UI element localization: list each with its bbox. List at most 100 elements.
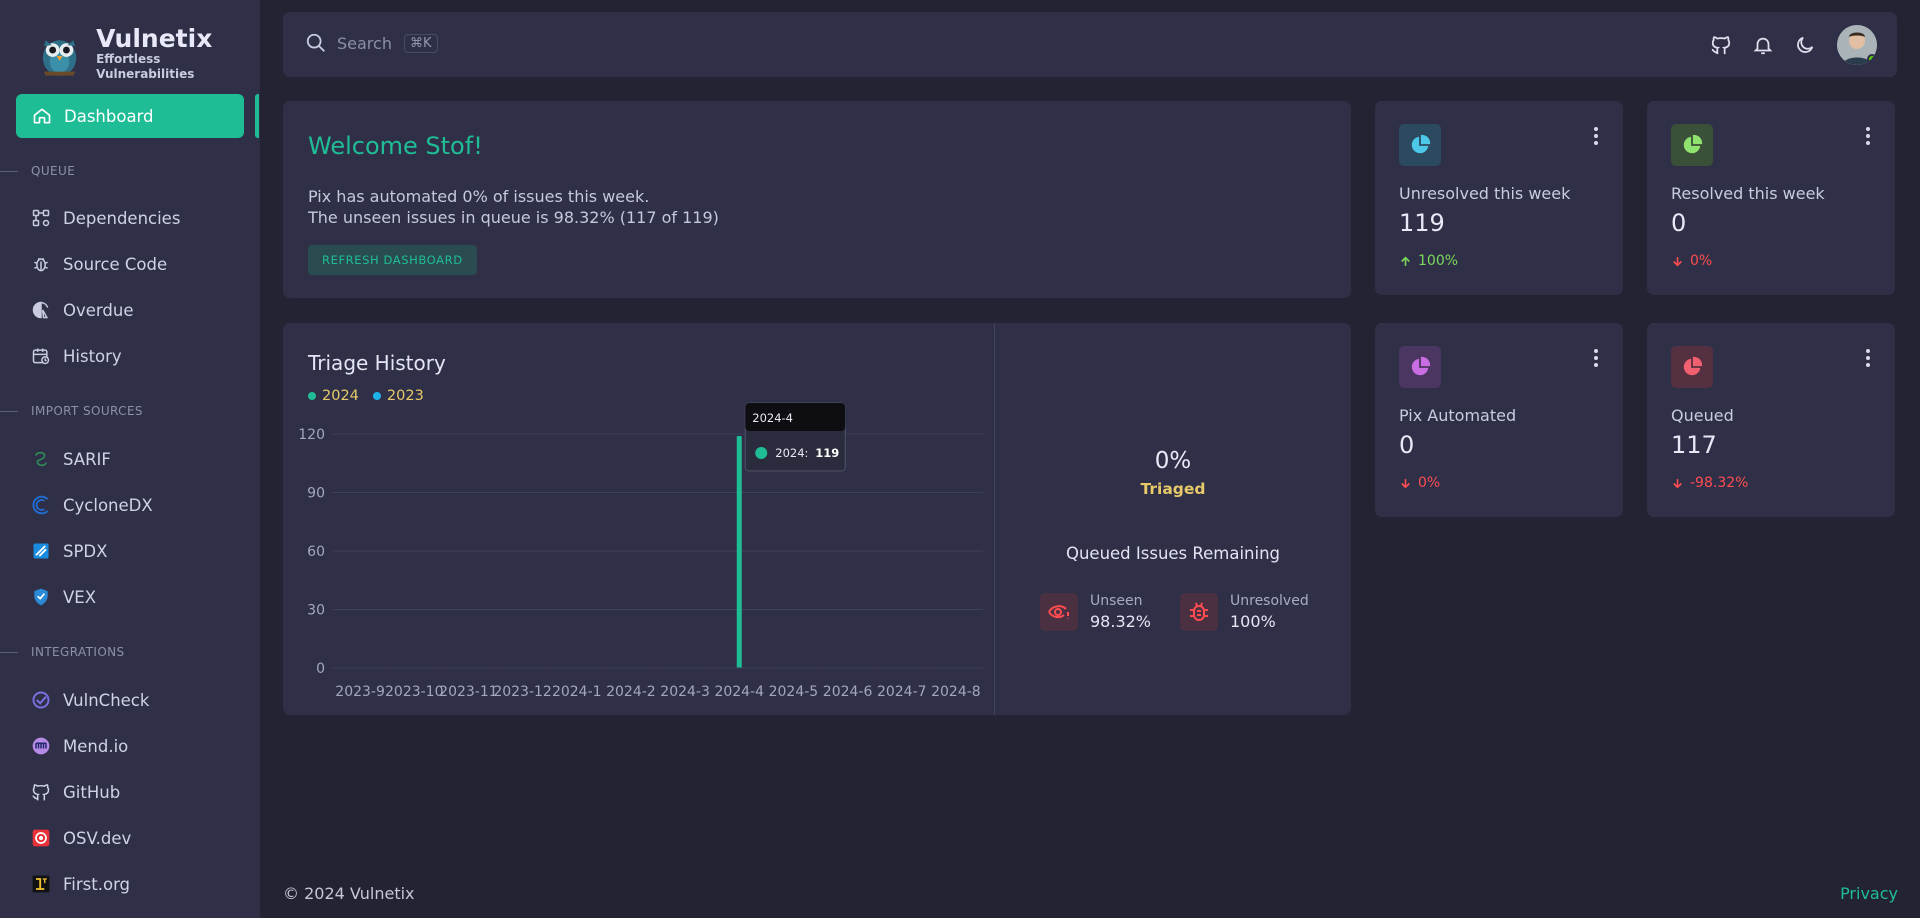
section-import-sources-title: IMPORT SOURCES: [0, 404, 143, 418]
more-options-icon[interactable]: [1865, 127, 1871, 145]
pie-chart-icon: [1671, 346, 1713, 388]
arrow-down-icon: [1401, 478, 1410, 488]
user-avatar[interactable]: [1837, 25, 1877, 65]
nav-dependencies[interactable]: Dependencies: [30, 200, 240, 236]
bug-icon: [1180, 593, 1218, 631]
nav-sarif[interactable]: SARIF: [30, 441, 240, 477]
card-divider: [994, 323, 995, 715]
notifications-button[interactable]: [1751, 33, 1775, 57]
nav-history-label: History: [63, 346, 122, 366]
y-tick-label: 30: [307, 603, 325, 619]
x-tick-label: 2024-6: [823, 684, 873, 700]
github-link-button[interactable]: [1709, 33, 1733, 57]
more-options-icon[interactable]: [1593, 127, 1599, 145]
github-icon: [1711, 36, 1731, 55]
nav-cyclonedx[interactable]: CycloneDX: [30, 487, 240, 523]
stat-change: 0%: [1399, 475, 1440, 491]
section-queue-title: QUEUE: [0, 164, 75, 178]
unresolved-metric: Unresolved 100%: [1180, 593, 1309, 631]
triaged-percent: 0%: [1154, 448, 1192, 474]
chart-tooltip-title: 2024-4: [752, 411, 793, 425]
triage-history-chart: 03060901202023-9 2023-102023-112023-12 202…: [298, 402, 983, 700]
pie-chart-icon: [1399, 124, 1441, 166]
bar-2024-2024-4: [736, 435, 742, 668]
sarif-icon: [30, 448, 52, 470]
stat-card-unresolved: Unresolved this week 119 100%: [1375, 101, 1623, 295]
stat-label: Unresolved this week: [1399, 184, 1571, 203]
unseen-metric: Unseen 98.32%: [1040, 593, 1151, 631]
search-bar[interactable]: Search ⌘K: [305, 32, 438, 54]
github-icon: [30, 781, 52, 803]
vulncheck-icon: [30, 689, 52, 711]
nav-spdx[interactable]: SPDX: [30, 533, 240, 569]
nav-osv[interactable]: OSV.dev: [30, 820, 240, 856]
more-options-icon[interactable]: [1593, 349, 1599, 367]
welcome-line-unseen: The unseen issues in queue is 98.32% (11…: [308, 208, 719, 227]
nav-first-org[interactable]: First.org: [30, 866, 240, 902]
first-org-icon: [30, 873, 52, 895]
chart-tooltip-value: 119: [815, 446, 839, 460]
x-tick-label: 2024-5: [769, 684, 819, 700]
search-shortcut: ⌘K: [403, 33, 438, 53]
stat-label: Queued: [1671, 406, 1734, 425]
topbar: Search ⌘K: [283, 12, 1897, 77]
nav-sarif-label: SARIF: [63, 449, 111, 469]
stat-value: 0: [1671, 209, 1687, 237]
nav-dashboard[interactable]: Dashboard: [16, 94, 244, 138]
nav-overdue-label: Overdue: [63, 300, 134, 320]
chart-tooltip-series: 2024:: [775, 446, 808, 460]
vex-shield-icon: [30, 586, 52, 608]
y-tick-label: 0: [316, 661, 325, 677]
welcome-title: Welcome Stof!: [308, 132, 483, 160]
nav-source-code[interactable]: Source Code: [30, 246, 240, 282]
x-tick-label: 2024-4: [714, 684, 764, 700]
nav-spdx-label: SPDX: [63, 541, 108, 561]
stat-change: -98.32%: [1671, 475, 1748, 491]
arrow-down-icon: [1673, 478, 1682, 488]
calendar-history-icon: [30, 345, 52, 367]
footer-copyright: © 2024 Vulnetix: [283, 884, 415, 903]
x-tick-label: 2023-12: [493, 684, 552, 700]
home-icon: [33, 108, 51, 124]
footer-privacy-link[interactable]: Privacy: [1840, 884, 1898, 903]
nav-osv-label: OSV.dev: [63, 828, 132, 848]
brand[interactable]: Vulnetix Effortless Vulnerabilities: [34, 25, 260, 82]
theme-toggle-button[interactable]: [1793, 33, 1817, 57]
stat-label: Resolved this week: [1671, 184, 1825, 203]
x-tick-label: 2023-10: [385, 684, 444, 700]
vulnetix-logo-icon: [42, 40, 77, 76]
y-tick-label: 120: [298, 427, 325, 443]
sidebar: Vulnetix Effortless Vulnerabilities Dash…: [0, 0, 260, 918]
stat-value: 119: [1399, 209, 1445, 237]
y-tick-label: 90: [307, 486, 325, 502]
stat-card-resolved: Resolved this week 0 0%: [1647, 101, 1895, 295]
stat-card-pix-automated: Pix Automated 0 0%: [1375, 323, 1623, 517]
hourglass-icon: [30, 299, 52, 321]
nav-mend[interactable]: Mend.io: [30, 728, 240, 764]
nav-vex[interactable]: VEX: [30, 579, 240, 615]
nav-github[interactable]: GitHub: [30, 774, 240, 810]
unresolved-value: 100%: [1230, 612, 1276, 631]
stat-value: 117: [1671, 431, 1717, 459]
nav-vulncheck[interactable]: VulnCheck: [30, 682, 240, 718]
nav-vex-label: VEX: [63, 587, 97, 607]
nav-first-org-label: First.org: [63, 874, 131, 894]
cyclonedx-icon: [30, 494, 52, 516]
nav-history[interactable]: History: [30, 338, 240, 374]
refresh-dashboard-button[interactable]: REFRESH DASHBOARD: [308, 245, 477, 275]
search-placeholder: Search: [337, 33, 392, 53]
stat-label: Pix Automated: [1399, 406, 1517, 425]
chart-tooltip-marker: [755, 447, 768, 459]
x-tick-label: 2023-11: [439, 684, 498, 700]
nav-mend-label: Mend.io: [63, 736, 129, 756]
x-tick-label: 2024-8: [931, 684, 981, 700]
nav-cyclonedx-label: CycloneDX: [63, 495, 153, 515]
unseen-value: 98.32%: [1090, 612, 1152, 631]
nav-overdue[interactable]: Overdue: [30, 292, 240, 328]
osv-icon: [30, 827, 52, 849]
active-indicator: [255, 94, 259, 138]
unresolved-label: Unresolved: [1230, 593, 1309, 609]
more-options-icon[interactable]: [1865, 349, 1871, 367]
section-integrations-title: INTEGRATIONS: [0, 645, 125, 659]
brand-tagline: Effortless Vulnerabilities: [96, 52, 195, 82]
